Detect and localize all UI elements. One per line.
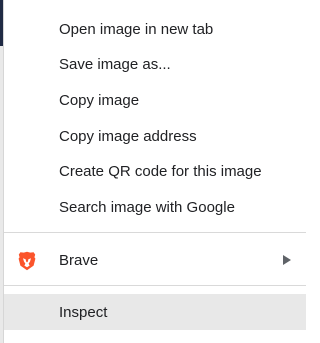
menu-item-copy-image-address[interactable]: Copy image address: [4, 119, 306, 154]
context-menu: Open image in new tab Save image as... C…: [3, 0, 306, 343]
menu-item-open-image-new-tab[interactable]: Open image in new tab: [4, 12, 306, 47]
menu-item-label: Save image as...: [59, 56, 171, 73]
menu-item-inspect[interactable]: Inspect: [4, 294, 306, 330]
menu-separator: [4, 232, 306, 233]
menu-item-save-image-as[interactable]: Save image as...: [4, 47, 306, 82]
menu-item-label: Brave: [59, 252, 99, 269]
menu-item-copy-image[interactable]: Copy image: [4, 83, 306, 118]
menu-item-label: Search image with Google: [59, 199, 235, 216]
menu-item-search-image-google[interactable]: Search image with Google: [4, 190, 306, 225]
chevron-right-icon: [283, 255, 291, 265]
menu-item-create-qr-code[interactable]: Create QR code for this image: [4, 154, 306, 189]
menu-item-label: Inspect: [59, 303, 108, 321]
menu-item-brave-submenu[interactable]: Brave: [4, 243, 306, 278]
menu-item-label: Create QR code for this image: [59, 163, 262, 180]
brave-lion-icon: [18, 251, 36, 271]
menu-item-label: Open image in new tab: [59, 21, 214, 38]
menu-separator: [4, 285, 306, 286]
menu-item-label: Copy image address: [59, 128, 197, 145]
menu-item-label: Copy image: [59, 92, 140, 109]
